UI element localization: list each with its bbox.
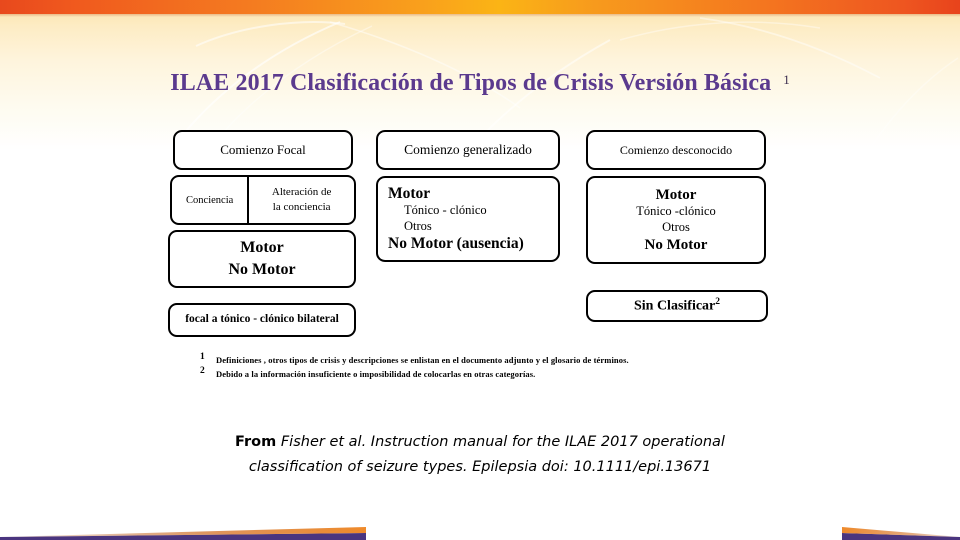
focal-motor-label: Motor: [240, 239, 284, 257]
footnote-marker-1: 1: [200, 352, 205, 362]
generalizado-motor-item-1: Otros: [404, 219, 432, 233]
footnote-item: 2 Debido a la información insuficiente o…: [200, 366, 800, 379]
desconocido-no-motor-label: No Motor: [644, 236, 708, 253]
footnote-text-2: Debido a la información insuficiente o i…: [216, 369, 536, 380]
box-comienzo-focal[interactable]: Comienzo Focal: [173, 130, 353, 170]
generalizado-motor-header: Motor: [388, 184, 431, 202]
bottom-right-purple-wedge: [842, 527, 960, 540]
footnote-marker-2: 2: [200, 366, 205, 377]
conciencia-cell[interactable]: Conciencia: [172, 177, 250, 223]
box-comienzo-desconocido[interactable]: Comienzo desconocido: [586, 130, 766, 170]
generalizado-no-motor-label: No Motor (ausencia): [388, 234, 524, 252]
sin-clasificar-line: Sin Clasificar2: [588, 297, 766, 315]
desconocido-motor-header: Motor: [655, 186, 697, 203]
citation-block: From Fisher et al. Instruction manual fo…: [0, 430, 960, 481]
box-focal-motor[interactable]: Motor No Motor: [168, 230, 356, 288]
comienzo-generalizado-label: Comienzo generalizado: [404, 142, 532, 158]
footnote-text-1: Definiciones , otros tipos de crisis y d…: [216, 355, 629, 365]
background-swirl-decoration: [139, 17, 959, 200]
comienzo-focal-label: Comienzo Focal: [220, 142, 306, 158]
top-bar-shadow: [0, 14, 960, 17]
top-orange-bar: [0, 0, 960, 14]
citation-from-label: From: [235, 434, 277, 450]
box-conciencia-split[interactable]: Conciencia Alteración de la conciencia: [170, 175, 356, 225]
desconocido-motor-item-0: Tónico -clónico: [636, 204, 716, 219]
slide-canvas: ILAE 2017 Clasificación de Tipos de Cris…: [0, 0, 960, 540]
box-focal-bilateral[interactable]: focal a tónico - clónico bilateral: [168, 303, 356, 337]
footnote-item: 1 Definiciones , otros tipos de crisis y…: [200, 352, 800, 365]
generalizado-motor-item-0: Tónico - clónico: [404, 203, 487, 218]
box-desconocido-detail[interactable]: Motor Tónico -clónico Otros No Motor: [586, 176, 766, 264]
alteracion-line1: Alteración de: [271, 186, 332, 199]
citation-title-line1: Fisher et al. Instruction manual for the…: [280, 434, 725, 450]
conciencia-label: Conciencia: [186, 194, 234, 206]
alteracion-conciencia-cell[interactable]: Alteración de la conciencia: [249, 177, 354, 223]
desconocido-motor-item-1: Otros: [662, 220, 690, 234]
box-generalizado-detail[interactable]: Motor Tónico - clónico Otros No Motor (a…: [376, 176, 560, 262]
citation-title-line2: classification of seizure types. Epileps…: [248, 459, 712, 476]
sin-clasificar-label: Sin Clasificar: [633, 298, 716, 314]
box-comienzo-generalizado[interactable]: Comienzo generalizado: [376, 130, 560, 170]
focal-bilateral-label: focal a tónico - clónico bilateral: [185, 313, 339, 326]
focal-no-motor-label: No Motor: [228, 261, 296, 278]
title-footnote-marker: 1: [783, 71, 790, 87]
sin-clasificar-footnote-marker: 2: [715, 296, 721, 307]
bottom-left-purple-wedge: [0, 527, 366, 540]
page-title: ILAE 2017 Clasificación de Tipos de Cris…: [170, 70, 772, 96]
citation-line-1: From Fisher et al. Instruction manual fo…: [0, 430, 960, 455]
box-sin-clasificar[interactable]: Sin Clasificar2: [586, 290, 768, 322]
footnotes-block: 1 Definiciones , otros tipos de crisis y…: [200, 352, 800, 380]
alteracion-line2: la conciencia: [272, 201, 331, 213]
comienzo-desconocido-label: Comienzo desconocido: [619, 142, 733, 157]
slide-title-row: ILAE 2017 Clasificación de Tipos de Cris…: [0, 70, 960, 97]
